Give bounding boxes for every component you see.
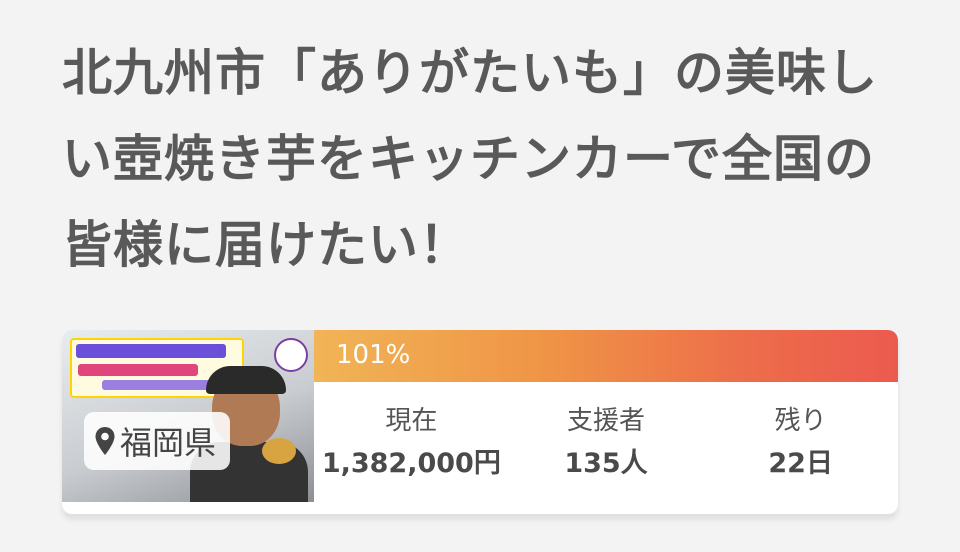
stat-value: 1,382,000円	[321, 448, 501, 479]
project-title[interactable]: 北九州市「ありがたいも」の美味しい壺焼き芋をキッチンカーで全国の皆様に届けたい！	[62, 30, 922, 288]
project-card[interactable]: 福岡県 101% 現在 1,382,000円 支援者 135人 残り 22日	[62, 330, 898, 514]
thumbnail-sweet-potato	[262, 438, 296, 464]
stat-remaining-days: 残り 22日	[703, 382, 898, 502]
project-stats: 現在 1,382,000円 支援者 135人 残り 22日	[314, 382, 898, 502]
stat-value: 22日	[768, 448, 833, 479]
map-pin-icon	[95, 427, 115, 455]
thumbnail-logo	[274, 338, 308, 372]
stat-label: 残り	[774, 406, 827, 436]
project-thumbnail[interactable]: 福岡県	[62, 330, 314, 502]
stat-label: 支援者	[567, 406, 646, 436]
stat-value: 135人	[564, 448, 648, 479]
thumbnail-person-cap	[206, 366, 286, 394]
funding-progress-bar: 101%	[314, 330, 898, 382]
location-badge: 福岡県	[84, 412, 231, 470]
stat-supporters: 支援者 135人	[509, 382, 704, 502]
location-label: 福岡県	[120, 424, 217, 462]
funding-progress-label: 101%	[336, 340, 411, 370]
stat-current-amount: 現在 1,382,000円	[314, 382, 509, 502]
stat-label: 現在	[385, 406, 438, 436]
